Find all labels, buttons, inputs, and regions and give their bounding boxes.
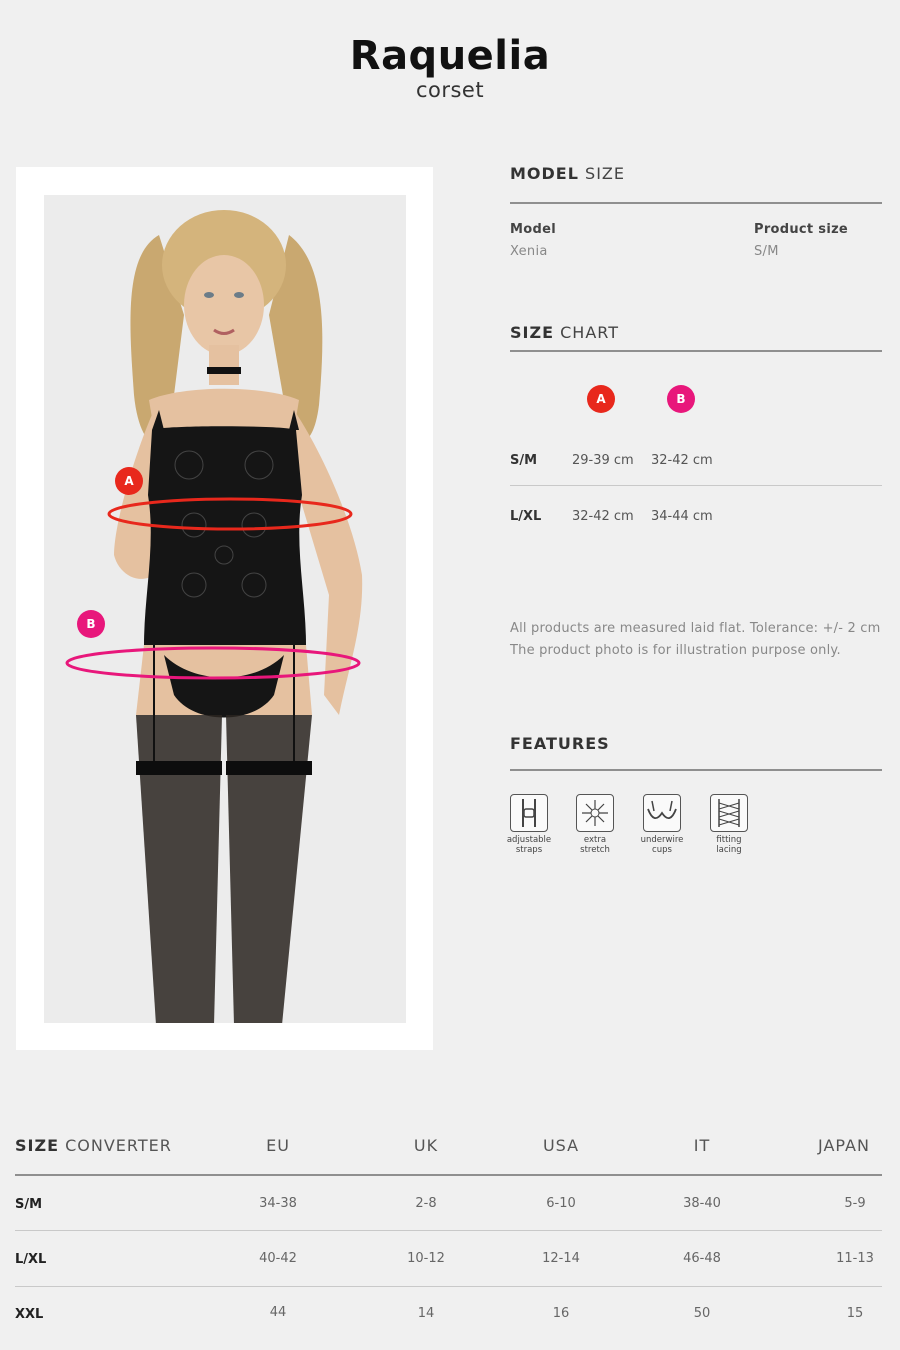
- extra-stretch-icon: [576, 794, 614, 832]
- size-chart-divider: [510, 485, 882, 486]
- feature-adjustable-straps: adjustable straps: [499, 794, 559, 855]
- size-chart-heading: SIZE CHART: [510, 323, 619, 342]
- chart-marker-a: A: [587, 385, 615, 413]
- converter-cell: 5-9: [844, 1196, 866, 1211]
- converter-row-size: S/M: [15, 1197, 43, 1212]
- converter-cell: 14: [417, 1306, 435, 1321]
- converter-cell: 10-12: [407, 1251, 445, 1266]
- size-converter-heading-bold: SIZE: [15, 1136, 60, 1155]
- model-label: Model: [510, 222, 556, 237]
- measurement-note-line-2: The product photo is for illustration pu…: [510, 643, 841, 658]
- converter-cell: 15: [846, 1306, 864, 1321]
- size-converter-heading: SIZE CONVERTER: [15, 1136, 172, 1155]
- converter-divider: [15, 1286, 882, 1287]
- product-size-label: Product size: [754, 222, 849, 237]
- feature-extra-stretch: extra stretch: [565, 794, 625, 855]
- feature-label: lacing: [716, 845, 742, 855]
- converter-row-size: L/XL: [15, 1252, 47, 1267]
- converter-cell: 44: [269, 1305, 287, 1320]
- product-photo-frame: A B: [16, 167, 433, 1050]
- model-illustration: [65, 210, 363, 1023]
- feature-label: underwire: [640, 835, 684, 845]
- converter-column-usa: USA: [542, 1136, 580, 1155]
- photo-marker-b: B: [77, 610, 105, 638]
- converter-cell: 38-40: [683, 1196, 721, 1211]
- converter-divider: [15, 1230, 882, 1231]
- converter-cell: 11-13: [836, 1251, 874, 1266]
- size-chart-b: 32-42 cm: [651, 453, 713, 468]
- converter-cell: 12-14: [542, 1251, 580, 1266]
- converter-column-it: IT: [693, 1136, 711, 1155]
- feature-label: cups: [652, 845, 672, 855]
- converter-cell: 34-38: [259, 1196, 297, 1211]
- converter-column-eu: EU: [266, 1136, 290, 1155]
- features-rule: [510, 769, 882, 771]
- fitting-lacing-icon: [710, 794, 748, 832]
- feature-label: fitting: [716, 835, 742, 845]
- feature-label: stretch: [580, 845, 610, 855]
- feature-label: extra: [583, 835, 607, 845]
- features-heading-text: FEATURES: [510, 734, 610, 753]
- model-size-rule: [510, 202, 882, 204]
- size-chart-size: L/XL: [510, 509, 542, 524]
- measurement-note-line-1: All products are measured laid flat. Tol…: [510, 621, 881, 636]
- converter-cell: 50: [693, 1306, 711, 1321]
- size-chart-size: S/M: [510, 453, 538, 468]
- size-chart-row: L/XL 32-42 cm 34-44 cm: [510, 509, 882, 539]
- feature-label: straps: [515, 845, 543, 855]
- converter-column-uk: UK: [413, 1136, 439, 1155]
- converter-rule: [15, 1174, 882, 1176]
- feature-fitting-lacing: fitting lacing: [699, 794, 759, 855]
- converter-row-size: XXL: [15, 1307, 44, 1322]
- size-chart-heading-bold: SIZE: [510, 323, 555, 342]
- features-heading: FEATURES: [510, 734, 610, 753]
- converter-cell: 40-42: [259, 1251, 297, 1266]
- measurement-note: All products are measured laid flat. Tol…: [510, 618, 881, 662]
- chart-marker-b: B: [667, 385, 695, 413]
- model-size-heading: MODEL SIZE: [510, 164, 625, 183]
- feature-label: adjustable: [506, 835, 552, 845]
- model-size-heading-bold: MODEL: [510, 164, 579, 183]
- model-size-heading-rest: SIZE: [585, 164, 625, 183]
- size-chart-a: 29-39 cm: [572, 453, 634, 468]
- size-chart-b: 34-44 cm: [651, 509, 713, 524]
- product-subtitle: corset: [415, 78, 485, 102]
- size-chart-a: 32-42 cm: [572, 509, 634, 524]
- size-converter-heading-rest: CONVERTER: [65, 1136, 172, 1155]
- converter-column-japan: JAPAN: [818, 1136, 870, 1155]
- product-size-value: S/M: [754, 244, 779, 259]
- adjustable-straps-icon: [510, 794, 548, 832]
- photo-marker-a: A: [115, 467, 143, 495]
- model-value: Xenia: [510, 244, 548, 259]
- underwire-cups-icon: [643, 794, 681, 832]
- size-chart-rule: [510, 350, 882, 352]
- product-title: Raquelia: [349, 33, 551, 79]
- product-photo: A B: [44, 195, 406, 1023]
- size-chart-heading-rest: CHART: [560, 323, 619, 342]
- size-chart-row: S/M 29-39 cm 32-42 cm: [510, 453, 882, 483]
- converter-cell: 16: [552, 1306, 570, 1321]
- converter-cell: 2-8: [415, 1196, 437, 1211]
- converter-cell: 46-48: [683, 1251, 721, 1266]
- feature-underwire-cups: underwire cups: [632, 794, 692, 855]
- converter-cell: 6-10: [546, 1196, 576, 1211]
- title-block: Raquelia corset: [0, 34, 900, 102]
